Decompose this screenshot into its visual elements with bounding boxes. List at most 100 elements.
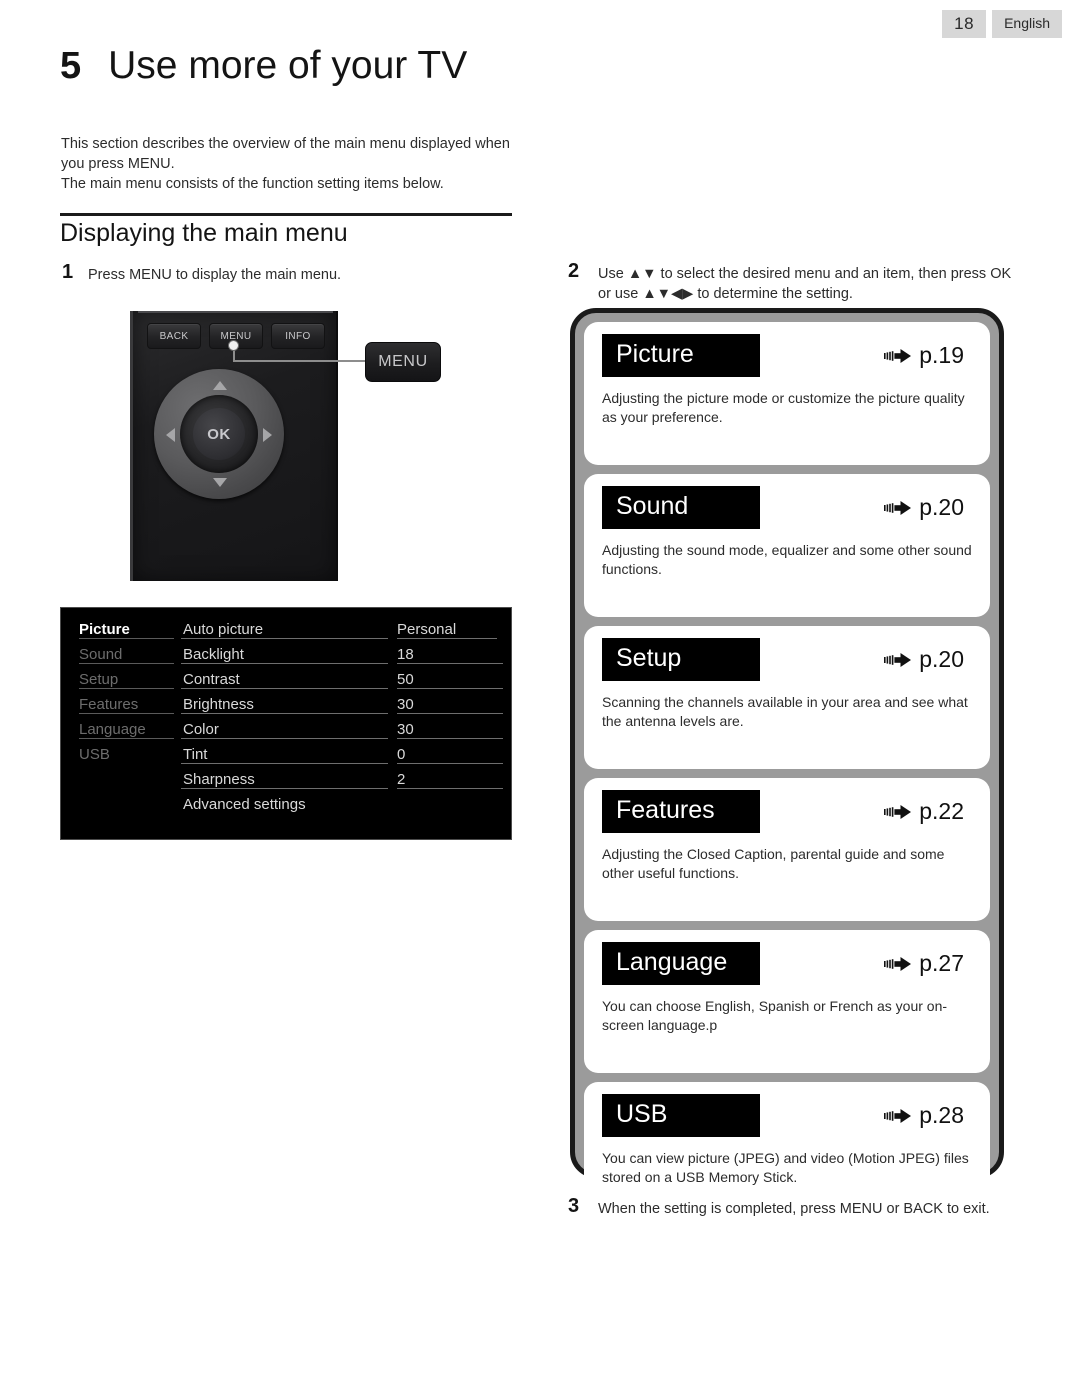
language-badge: English	[992, 10, 1062, 38]
panel-label-usb: USB	[602, 1094, 760, 1137]
panel-pageref-language: p.27	[884, 950, 972, 977]
osd-setting-brightness[interactable]: Brightness	[181, 696, 388, 714]
panel-desc-setup: Scanning the channels available in your …	[602, 694, 968, 729]
step-3: 3 When the setting is completed, press M…	[568, 1196, 1016, 1219]
panel-desc-features: Adjusting the Closed Caption, parental g…	[602, 846, 945, 881]
dpad-left-arrow-icon[interactable]	[166, 428, 175, 442]
osd-setting-contrast[interactable]: Contrast	[181, 671, 388, 689]
panel-page-sound: p.20	[919, 494, 964, 520]
panel-pageref-sound: p.20	[884, 494, 972, 521]
osd-setting-advanced-settings[interactable]: Advanced settings	[181, 796, 388, 813]
menu-panel-language[interactable]: Language p.27 You can choose English, Sp…	[584, 930, 990, 1073]
panel-header-usb: USB p.28	[602, 1094, 972, 1137]
step-2-text: Use ▲▼ to select the desired menu and an…	[598, 261, 1011, 304]
dpad-down-arrow-icon[interactable]	[213, 478, 227, 487]
striped-arrow-icon	[884, 348, 912, 363]
panel-header-sound: Sound p.20	[602, 486, 972, 529]
striped-arrow-icon	[884, 500, 912, 515]
remote-dpad[interactable]: OK	[154, 369, 284, 499]
osd-value-tint: 0	[397, 746, 503, 764]
step-3-text: When the setting is completed, press MEN…	[598, 1201, 990, 1217]
remote-back-button[interactable]: BACK	[147, 323, 201, 349]
intro-line-2: you press MENU.	[61, 156, 175, 172]
osd-setting-sharpness[interactable]: Sharpness	[181, 771, 388, 789]
striped-arrow-icon	[884, 1108, 912, 1123]
striped-arrow-icon	[884, 956, 912, 971]
striped-arrow-icon	[884, 804, 912, 819]
menu-overview-frame: Picture p.19 Adjusting the picture mode …	[570, 308, 1004, 1225]
step-2: 2 Use ▲▼ to select the desired menu and …	[568, 261, 1016, 304]
page-number-badge: 18	[942, 10, 987, 38]
step-3-number: 3	[568, 1195, 580, 1217]
panel-pageref-features: p.22	[884, 798, 972, 825]
panel-desc-usb: You can view picture (JPEG) and video (M…	[602, 1150, 969, 1185]
panel-label-sound: Sound	[602, 486, 760, 529]
panel-page-language: p.27	[919, 950, 964, 976]
osd-value-sharpness: 2	[397, 771, 503, 789]
osd-category-language[interactable]: Language	[79, 721, 174, 739]
panel-desc-language: You can choose English, Spanish or Frenc…	[602, 998, 948, 1033]
osd-category-usb[interactable]: USB	[79, 746, 174, 763]
panel-pageref-usb: p.28	[884, 1102, 972, 1129]
panel-header-setup: Setup p.20	[602, 638, 972, 681]
step-2-line-1: Use ▲▼ to select the desired menu and an…	[598, 266, 1012, 282]
chapter-number: 5	[60, 45, 82, 87]
panel-pageref-setup: p.20	[884, 646, 972, 673]
panel-label-features: Features	[602, 790, 760, 833]
osd-setting-auto-picture[interactable]: Auto picture	[181, 621, 388, 639]
osd-category-features[interactable]: Features	[79, 696, 174, 714]
remote-top-edge	[138, 311, 333, 313]
panel-label-setup: Setup	[602, 638, 760, 681]
osd-value-contrast: 50	[397, 671, 503, 689]
osd-value-brightness: 30	[397, 696, 503, 714]
section-divider	[60, 213, 512, 216]
dpad-right-arrow-icon[interactable]	[263, 428, 272, 442]
osd-value-backlight: 18	[397, 646, 503, 664]
step-1-text: Press MENU to display the main menu.	[88, 267, 342, 283]
step-2-number: 2	[568, 260, 580, 282]
callout-leader-line-horizontal	[233, 360, 367, 362]
callout-anchor-dot	[228, 340, 239, 351]
osd-setting-color[interactable]: Color	[181, 721, 388, 739]
page-header-badges: 18 English	[942, 10, 1062, 38]
menu-panel-setup[interactable]: Setup p.20 Scanning the channels availab…	[584, 626, 990, 769]
dpad-ok-button[interactable]: OK	[193, 408, 245, 460]
panel-page-usb: p.28	[919, 1102, 964, 1128]
osd-category-picture[interactable]: Picture	[79, 621, 174, 639]
panel-header-picture: Picture p.19	[602, 334, 972, 377]
panel-page-picture: p.19	[919, 342, 964, 368]
osd-values-column: Personal 18 50 30 30 0 2	[397, 617, 511, 839]
panel-header-features: Features p.22	[602, 790, 972, 833]
osd-category-setup[interactable]: Setup	[79, 671, 174, 689]
panel-page-features: p.22	[919, 798, 964, 824]
osd-setting-backlight[interactable]: Backlight	[181, 646, 388, 664]
osd-category-sound[interactable]: Sound	[79, 646, 174, 664]
panel-page-setup: p.20	[919, 646, 964, 672]
intro-line-1: This section describes the overview of t…	[61, 136, 510, 152]
step-2-line-2: or use ▲▼◀▶ to determine the setting.	[598, 286, 853, 302]
step-1-number: 1	[62, 261, 74, 283]
menu-callout-label: MENU	[365, 342, 441, 382]
osd-main-menu: Picture Sound Setup Features Language US…	[60, 607, 512, 840]
panel-pageref-picture: p.19	[884, 342, 972, 369]
chapter-heading: 5 Use more of your TV	[60, 44, 467, 88]
osd-category-column: Picture Sound Setup Features Language US…	[61, 617, 181, 839]
striped-arrow-icon	[884, 652, 912, 667]
menu-panel-sound[interactable]: Sound p.20 Adjusting the sound mode, equ…	[584, 474, 990, 617]
osd-value-color: 30	[397, 721, 503, 739]
panel-label-language: Language	[602, 942, 760, 985]
panel-header-language: Language p.27	[602, 942, 972, 985]
osd-setting-tint[interactable]: Tint	[181, 746, 388, 764]
intro-line-3: The main menu consists of the function s…	[61, 176, 444, 192]
menu-panel-picture[interactable]: Picture p.19 Adjusting the picture mode …	[584, 322, 990, 465]
step-1: 1 Press MENU to display the main menu.	[62, 262, 502, 285]
section-heading: Displaying the main menu	[60, 219, 348, 247]
panel-desc-picture: Adjusting the picture mode or customize …	[602, 390, 965, 425]
chapter-title: Use more of your TV	[108, 44, 468, 87]
menu-panel-features[interactable]: Features p.22 Adjusting the Closed Capti…	[584, 778, 990, 921]
remote-info-button[interactable]: INFO	[271, 323, 325, 349]
panel-label-picture: Picture	[602, 334, 760, 377]
osd-settings-column: Auto picture Backlight Contrast Brightne…	[181, 617, 397, 839]
panel-desc-sound: Adjusting the sound mode, equalizer and …	[602, 542, 972, 577]
dpad-up-arrow-icon[interactable]	[213, 381, 227, 390]
